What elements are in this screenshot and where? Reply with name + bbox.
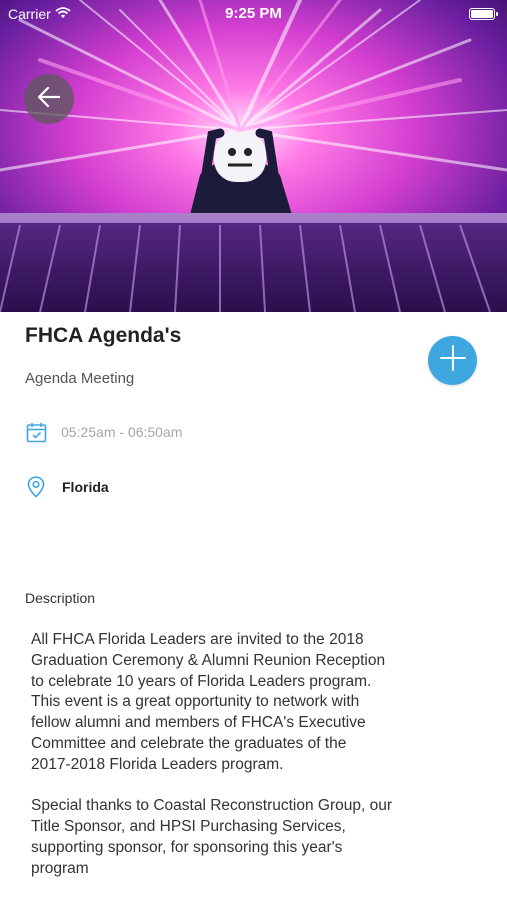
event-location: Florida <box>62 479 109 495</box>
plus-icon <box>439 345 466 376</box>
description-paragraph: All FHCA Florida Leaders are invited to … <box>31 631 386 773</box>
back-button[interactable] <box>24 74 74 124</box>
map-pin-icon <box>25 476 47 498</box>
status-time: 9:25 PM <box>225 5 282 22</box>
concert-stage-illustration <box>0 0 507 312</box>
event-hero-image <box>0 0 507 312</box>
description-body: All FHCA Florida Leaders are invited to … <box>31 630 481 880</box>
event-time-range: 05:25am - 06:50am <box>61 424 183 440</box>
event-title: FHCA Agenda's <box>25 324 182 347</box>
description-paragraph: Special thanks to Coastal Reconstruction… <box>31 797 392 877</box>
description-heading: Description <box>25 590 96 606</box>
arrow-left-icon <box>37 86 61 113</box>
event-subtitle: Agenda Meeting <box>25 370 135 387</box>
event-location-row: Florida <box>25 476 109 498</box>
battery-icon <box>469 8 498 20</box>
calendar-check-icon <box>25 421 47 443</box>
event-time-row: 05:25am - 06:50am <box>25 421 182 443</box>
status-bar: Carrier 9:25 PM <box>0 0 507 28</box>
add-to-agenda-button[interactable] <box>428 336 477 385</box>
